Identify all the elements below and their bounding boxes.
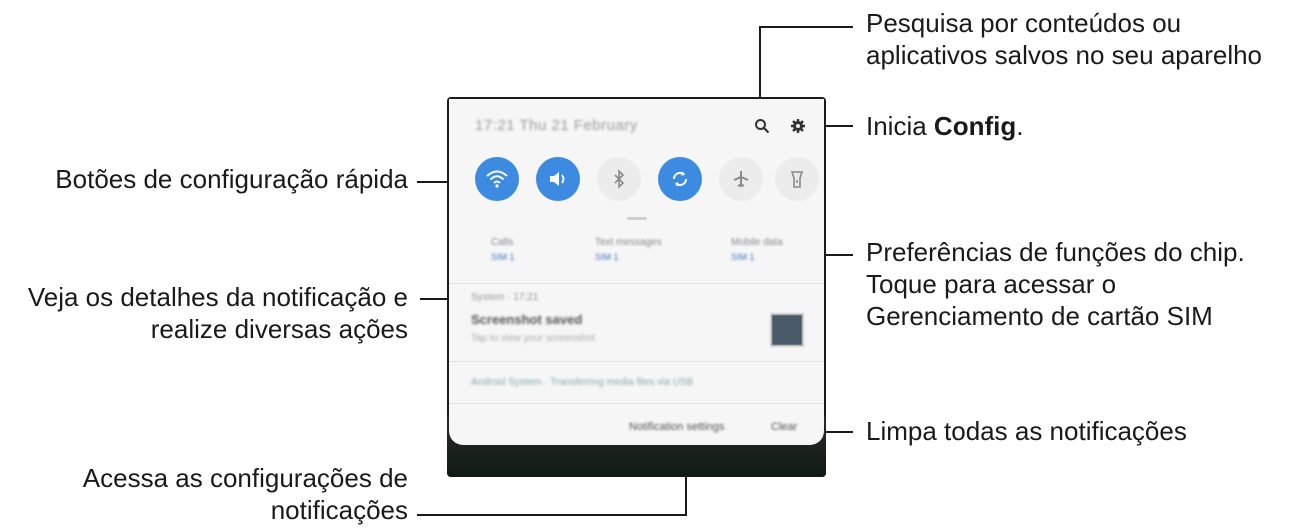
bluetooth-toggle[interactable] (597, 157, 641, 201)
search-callout-line1: Pesquisa por conteúdos ou (866, 8, 1182, 38)
sim-data[interactable]: Mobile data SIM 1 (731, 237, 783, 262)
clear-callout-text: Limpa todas as notificações (866, 416, 1187, 446)
sound-toggle[interactable] (536, 157, 580, 201)
notif-settings-leader-h (417, 514, 687, 516)
search-leader-h (759, 26, 853, 28)
usb-notification[interactable]: Android System · Transferring media file… (471, 377, 693, 388)
clear-callout: Limpa todas as notificações (866, 415, 1187, 447)
divider (449, 283, 824, 284)
sim-callout-line3: Gerenciamento de cartão SIM (866, 301, 1213, 331)
notification-title[interactable]: Screenshot saved (471, 312, 582, 327)
notif-settings-callout-line1: Acessa as configurações de (82, 463, 408, 493)
search-callout: Pesquisa por conteúdos ou aplicativos sa… (866, 7, 1262, 71)
notification-callout-line1: Veja os detalhes da notificação e (27, 282, 408, 312)
sim-callout: Preferências de funções do chip. Toque p… (866, 236, 1245, 332)
notification-app-header[interactable]: System · 17:21 (471, 292, 538, 303)
settings-callout-prefix: Inicia (866, 111, 934, 141)
notification-callout-line2: realize diversas ações (150, 314, 408, 344)
sim-calls-sim: SIM 1 (491, 252, 515, 262)
sim-callout-line2: Toque para acessar o (866, 269, 1117, 299)
gear-icon (791, 119, 805, 133)
auto-rotate-icon (672, 171, 688, 187)
sim-calls-label: Calls (491, 237, 514, 248)
sim-calls[interactable]: Calls SIM 1 (491, 237, 515, 262)
settings-button[interactable] (785, 113, 811, 139)
settings-callout: Inicia Config. (866, 110, 1023, 142)
sim-data-sim: SIM 1 (731, 252, 755, 262)
notification-settings-button[interactable]: Notification settings (629, 421, 724, 433)
sim-preferences[interactable]: Calls SIM 1 Text messages SIM 1 Mobile d… (461, 229, 813, 277)
flashlight-toggle[interactable] (775, 157, 819, 201)
notif-settings-callout: Acessa as configurações de notificações (83, 462, 408, 526)
quick-settings-callout: Botões de configuração rápida (55, 163, 408, 195)
notification-body[interactable]: Tap to view your screenshot (471, 333, 595, 344)
quick-settings-callout-text: Botões de configuração rápida (55, 164, 408, 194)
bluetooth-icon (614, 169, 625, 189)
settings-callout-suffix: . (1016, 111, 1024, 141)
auto-rotate-toggle[interactable] (658, 157, 702, 201)
airplane-icon (733, 171, 749, 187)
clear-button[interactable]: Clear (771, 421, 797, 433)
notification-callout: Veja os detalhes da notificação e realiz… (28, 281, 408, 345)
settings-callout-bold: Config (933, 111, 1017, 141)
wifi-icon (486, 170, 508, 188)
sim-texts-label: Text messages (595, 237, 662, 248)
sim-texts-sim: SIM 1 (595, 252, 619, 262)
sim-texts[interactable]: Text messages SIM 1 (595, 237, 662, 262)
divider (449, 361, 824, 362)
search-icon (755, 119, 770, 134)
date-time: 17:21 Thu 21 February (475, 117, 638, 134)
search-callout-line2: aplicativos salvos no seu aparelho (866, 40, 1263, 70)
quick-settings-row (463, 147, 819, 211)
panel-drag-handle[interactable] (627, 217, 647, 220)
flashlight-icon (790, 171, 804, 188)
airplane-toggle[interactable] (719, 157, 763, 201)
phone-screenshot: 17:21 Thu 21 February Calls SIM 1 Text m… (447, 97, 826, 477)
wifi-toggle[interactable] (475, 157, 519, 201)
sim-data-label: Mobile data (731, 237, 783, 248)
screenshot-thumbnail[interactable] (770, 313, 804, 347)
sound-icon (550, 172, 565, 186)
notif-settings-callout-line2: notificações (270, 495, 408, 525)
divider (449, 403, 824, 404)
search-button[interactable] (749, 113, 775, 139)
sim-callout-line1: Preferências de funções do chip. (866, 237, 1245, 267)
notification-panel: 17:21 Thu 21 February Calls SIM 1 Text m… (449, 99, 824, 445)
